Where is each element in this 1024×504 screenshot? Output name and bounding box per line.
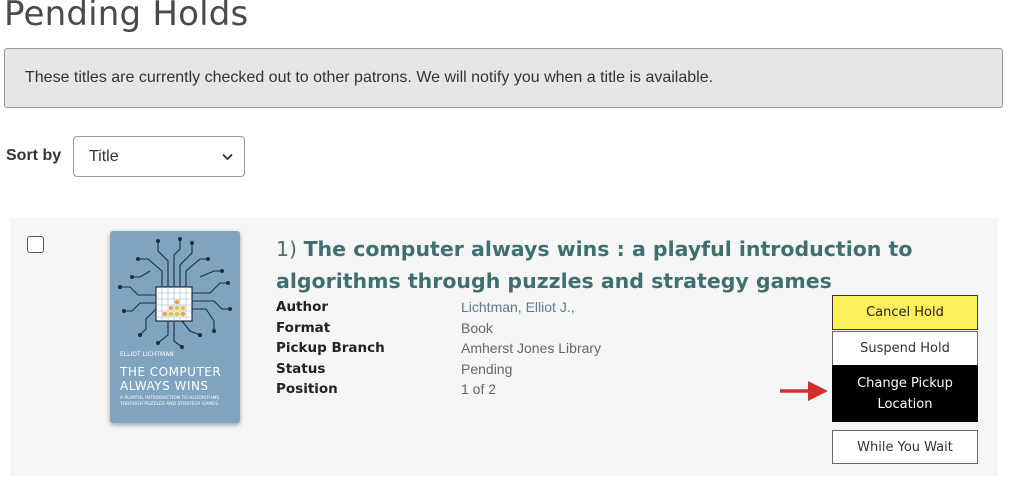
detail-label: Status xyxy=(276,360,326,377)
cover-title: THE COMPUTER ALWAYS WINS xyxy=(120,365,222,393)
hold-title-link[interactable]: The computer always wins : a playful int… xyxy=(276,237,912,293)
red-arrow-icon xyxy=(780,381,828,401)
change-pickup-location-button[interactable]: Change Pickup Location xyxy=(832,365,978,422)
hold-details: Author Lichtman, Elliot J., Format Book … xyxy=(276,297,601,400)
detail-row: Pickup Branch Amherst Jones Library xyxy=(276,338,601,359)
hold-index: 1) xyxy=(276,237,298,261)
detail-label: Author xyxy=(276,299,329,316)
sort-select[interactable]: Title xyxy=(73,136,245,177)
detail-value: Book xyxy=(461,319,493,336)
detail-row: Position 1 of 2 xyxy=(276,379,601,400)
cover-subtitle: A PLAYFUL INTRODUCTION TO ALGORITHMS THR… xyxy=(120,396,220,407)
detail-row: Status Pending xyxy=(276,359,601,380)
detail-value: Pending xyxy=(461,360,513,377)
detail-row: Format Book xyxy=(276,318,601,339)
suspend-hold-button[interactable]: Suspend Hold xyxy=(832,331,978,366)
page-title: Pending Holds xyxy=(4,0,249,34)
hold-select-checkbox[interactable] xyxy=(27,236,44,253)
detail-label: Position xyxy=(276,381,338,398)
sort-label: Sort by xyxy=(6,147,62,164)
author-link[interactable]: Lichtman, Elliot J., xyxy=(461,297,601,318)
detail-row: Author Lichtman, Elliot J., xyxy=(276,297,601,318)
detail-label: Format xyxy=(276,319,331,336)
while-you-wait-button[interactable]: While You Wait xyxy=(832,430,978,464)
sort-selected-value: Title xyxy=(89,147,119,165)
detail-value: 1 of 2 xyxy=(461,381,497,398)
hold-title-line: 1) The computer always wins : a playful … xyxy=(276,233,976,297)
circuit-illustration xyxy=(118,237,232,349)
notice-text: These titles are currently checked out t… xyxy=(25,69,714,86)
detail-value: Amherst Jones Library xyxy=(461,340,602,357)
chevron-down-icon xyxy=(222,153,233,161)
detail-label: Pickup Branch xyxy=(276,340,385,357)
cover-author: ELLIOT LICHTMAN xyxy=(120,351,174,358)
hold-notice: These titles are currently checked out t… xyxy=(4,48,1003,108)
cancel-hold-button[interactable]: Cancel Hold xyxy=(832,295,978,330)
book-cover[interactable]: ELLIOT LICHTMAN THE COMPUTER ALWAYS WINS… xyxy=(110,231,240,423)
